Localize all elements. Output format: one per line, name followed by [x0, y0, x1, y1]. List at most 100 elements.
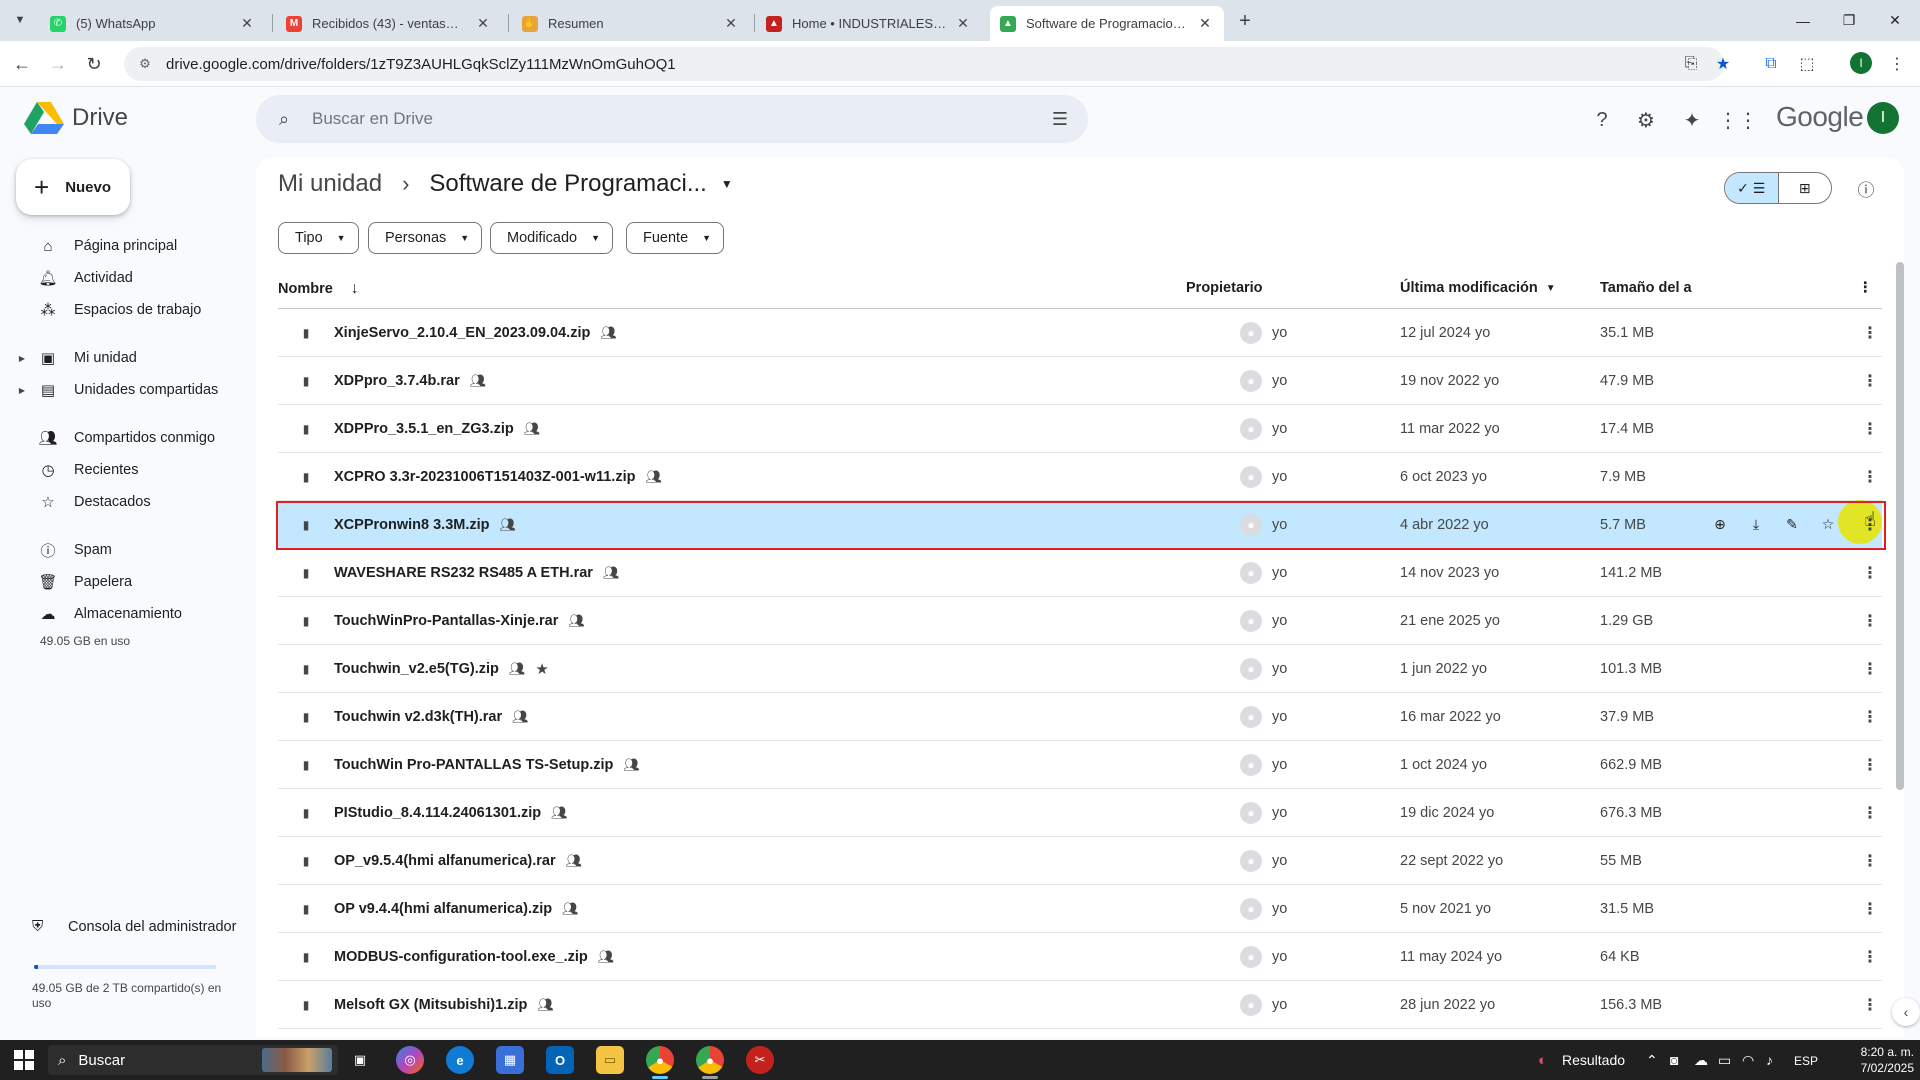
bookmark-star-icon[interactable]: ★	[1712, 53, 1734, 75]
file-row[interactable]: ▮ XCPRO 3.3r-20231006T151403Z-001-w11.zip…	[278, 453, 1882, 501]
new-tab-button[interactable]: +	[1232, 8, 1258, 34]
tab-industriales-andes[interactable]: ▲ Home • INDUSTRIALES ANDES ✕	[756, 6, 982, 41]
column-header-size[interactable]: Tamaño del a	[1600, 280, 1692, 296]
grid-view-button[interactable]: ⊞	[1779, 173, 1832, 203]
file-name[interactable]: XDPpro_3.7.4b.rar 👥︎	[334, 373, 486, 389]
file-row[interactable]: ▮ OP_v9.5.4(hmi alfanumerica).rar 👥︎ ● yo 22 …	[278, 837, 1882, 885]
filter-source-chip[interactable]: Fuente ▼	[626, 222, 725, 254]
column-header-modified[interactable]: Última modificación ▼	[1400, 280, 1556, 296]
folder-menu-caret-icon[interactable]: ▼	[721, 177, 733, 191]
file-row[interactable]: ▮ XCPPronwin8 3.3M.zip 👥︎ ● yo 4 abr 2022 yo 5…	[276, 500, 1886, 550]
more-actions-icon[interactable]: ⋮	[1858, 659, 1882, 679]
chrome-menu-icon[interactable]: ⋮	[1886, 53, 1908, 75]
sidebar-item-shared-with-me[interactable]: 👥︎ Compartidos conmigo	[16, 422, 246, 454]
more-actions-icon[interactable]: ⋮	[1858, 371, 1882, 391]
settings-gear-icon[interactable]: ⚙	[1630, 104, 1662, 136]
account-avatar[interactable]: I	[1867, 102, 1899, 134]
file-row[interactable]: ▮ PIStudio_8.4.114.24061301.zip 👥︎ ● yo 19 di…	[278, 789, 1882, 837]
taskbar-search[interactable]: ⌕ Buscar	[48, 1045, 338, 1075]
file-name[interactable]: PIStudio_8.4.114.24061301.zip 👥︎	[334, 805, 568, 821]
file-row[interactable]: ▮ XDPpro_3.7.4b.rar 👥︎ ● yo 19 nov 2022 yo 47.…	[278, 357, 1882, 405]
more-actions-icon[interactable]: ⋮	[1858, 563, 1882, 583]
drive-logo-icon[interactable]	[24, 100, 64, 136]
file-name[interactable]: XCPPronwin8 3.3M.zip 👥︎	[334, 517, 516, 533]
close-window-button[interactable]: ✕	[1872, 0, 1918, 41]
copilot-icon[interactable]: ◎	[396, 1046, 424, 1074]
sidebar-item-my-drive[interactable]: ▶ ▣ Mi unidad	[16, 342, 246, 374]
snip-tool-icon[interactable]: ✂	[746, 1046, 774, 1074]
microsoft-store-icon[interactable]: ▦	[496, 1046, 524, 1074]
more-actions-icon[interactable]: ⋮	[1858, 611, 1882, 631]
details-info-icon[interactable]: ⓘ	[1852, 174, 1880, 202]
file-row[interactable]: ▮ TouchWinPro-Pantallas-Xinje.rar 👥︎ ● yo 21 …	[278, 597, 1882, 645]
help-icon[interactable]: ?	[1586, 104, 1618, 136]
translate-extension-icon[interactable]: ⧉	[1760, 53, 1782, 75]
scrollbar-thumb[interactable]	[1896, 262, 1904, 790]
sidebar-item-starred[interactable]: ☆ Destacados	[16, 486, 246, 518]
volume-icon[interactable]: ♪	[1766, 1052, 1773, 1068]
tray-result-label[interactable]: Resultado	[1562, 1052, 1625, 1068]
more-actions-icon[interactable]: ⋮	[1858, 851, 1882, 871]
sidebar-item-activity[interactable]: 🔔︎ Actividad	[16, 262, 246, 294]
filter-people-chip[interactable]: Personas ▼	[368, 222, 483, 254]
breadcrumb-parent[interactable]: Mi unidad	[278, 170, 382, 198]
wifi-icon[interactable]: ◠	[1742, 1052, 1754, 1069]
site-info-icon[interactable]: ⚙	[136, 55, 154, 73]
sports-score-icon[interactable]: ◐	[1538, 1052, 1547, 1069]
column-header-owner[interactable]: Propietario	[1186, 280, 1263, 296]
onedrive-cloud-icon[interactable]: ☁	[1694, 1052, 1708, 1069]
sidebar-item-workspaces[interactable]: ⁂ Espacios de trabajo	[16, 294, 246, 326]
file-name[interactable]: Touchwin_v2.e5(TG).zip 👥︎ ★	[334, 660, 549, 678]
tab-google-drive[interactable]: ▲ Software de Programacion - Go ✕	[990, 6, 1224, 41]
file-name[interactable]: TouchWin Pro-PANTALLAS TS-Setup.zip 👥︎	[334, 757, 640, 773]
tab-whatsapp[interactable]: ✆ (5) WhatsApp ✕	[40, 6, 266, 41]
filter-modified-chip[interactable]: Modificado ▼	[490, 222, 614, 254]
file-row[interactable]: ▮ XinjeServo_2.10.4_EN_2023.09.04.zip 👥︎ ● y…	[278, 309, 1882, 357]
close-tab-icon[interactable]: ✕	[954, 15, 972, 33]
close-tab-icon[interactable]: ✕	[722, 15, 740, 33]
file-name[interactable]: TouchWinPro-Pantallas-Xinje.rar 👥︎	[334, 613, 585, 629]
list-view-button[interactable]: ✓ ☰	[1725, 173, 1779, 203]
filter-type-chip[interactable]: Tipo ▼	[278, 222, 359, 254]
windows-start-icon[interactable]	[14, 1050, 34, 1070]
file-row[interactable]: ▮ OP v9.4.4(hmi alfanumerica).zip 👥︎ ● yo 5 n…	[278, 885, 1882, 933]
file-name[interactable]: WAVESHARE RS232 RS485 A ETH.rar 👥︎	[334, 565, 619, 581]
file-row[interactable]: ▮ Touchwin_v2.e5(TG).zip 👥︎ ★ ● yo 1 jun 2022 …	[278, 645, 1882, 693]
file-name[interactable]: OP v9.4.4(hmi alfanumerica).zip 👥︎	[334, 901, 579, 917]
more-actions-icon[interactable]: ⋮	[1858, 419, 1882, 439]
edge-browser-icon[interactable]: e	[446, 1046, 474, 1074]
more-actions-icon[interactable]: ⋮	[1858, 323, 1882, 343]
file-row[interactable]: ▮ Melsoft GX (Mitsubishi)1.zip 👥︎ ● yo 28 jun…	[278, 981, 1882, 1029]
extensions-puzzle-icon[interactable]: ⬚	[1796, 53, 1818, 75]
more-actions-icon[interactable]: ⋮	[1858, 899, 1882, 919]
column-header-name[interactable]: Nombre ↓	[278, 280, 359, 298]
file-row[interactable]: ▮ MODBUS-configuration-tool.exe_.zip 👥︎ ● yo…	[278, 933, 1882, 981]
more-actions-icon[interactable]: ⋮	[1858, 995, 1882, 1015]
sidebar-item-trash[interactable]: 🗑︎ Papelera	[16, 566, 246, 598]
file-name[interactable]: MODBUS-configuration-tool.exe_.zip 👥︎	[334, 949, 614, 965]
minimize-button[interactable]: —	[1780, 0, 1826, 41]
gemini-sparkle-icon[interactable]: ✦	[1676, 104, 1708, 136]
close-tab-icon[interactable]: ✕	[1196, 15, 1214, 33]
file-name[interactable]: XinjeServo_2.10.4_EN_2023.09.04.zip 👥︎	[334, 325, 617, 341]
expand-caret-icon[interactable]: ▶	[16, 386, 28, 395]
side-panel-toggle-icon[interactable]: ‹	[1892, 998, 1920, 1026]
sidebar-item-recent[interactable]: ◷ Recientes	[16, 454, 246, 486]
file-name[interactable]: XDPPro_3.5.1_en_ZG3.zip 👥︎	[334, 421, 540, 437]
file-name[interactable]: OP_v9.5.4(hmi alfanumerica).rar 👥︎	[334, 853, 582, 869]
install-app-icon[interactable]: ⎘	[1680, 53, 1702, 75]
google-apps-icon[interactable]: ⋮⋮	[1718, 104, 1758, 136]
close-tab-icon[interactable]: ✕	[238, 15, 256, 33]
file-row[interactable]: ▮ Touchwin v2.d3k(TH).rar 👥︎ ● yo 16 mar 2022…	[278, 693, 1882, 741]
new-button[interactable]: + Nuevo	[16, 159, 130, 215]
file-row[interactable]: ▮ TouchWin Pro-PANTALLAS TS-Setup.zip 👥︎ ● y…	[278, 741, 1882, 789]
chrome-profile-icon[interactable]: ●	[696, 1046, 724, 1074]
more-actions-icon[interactable]: ⋮	[1858, 947, 1882, 967]
tab-resumen[interactable]: ✋ Resumen ✕	[512, 6, 750, 41]
address-bar[interactable]: ⚙ drive.google.com/drive/folders/1zT9Z3A…	[124, 47, 1724, 81]
reload-button[interactable]: ↻	[80, 50, 108, 78]
chevron-up-icon[interactable]: ⌃	[1646, 1052, 1658, 1069]
back-button[interactable]: ←	[8, 50, 36, 78]
admin-console-link[interactable]: ⛨ Consola del administrador	[32, 918, 236, 935]
forward-button[interactable]: →	[44, 50, 72, 78]
